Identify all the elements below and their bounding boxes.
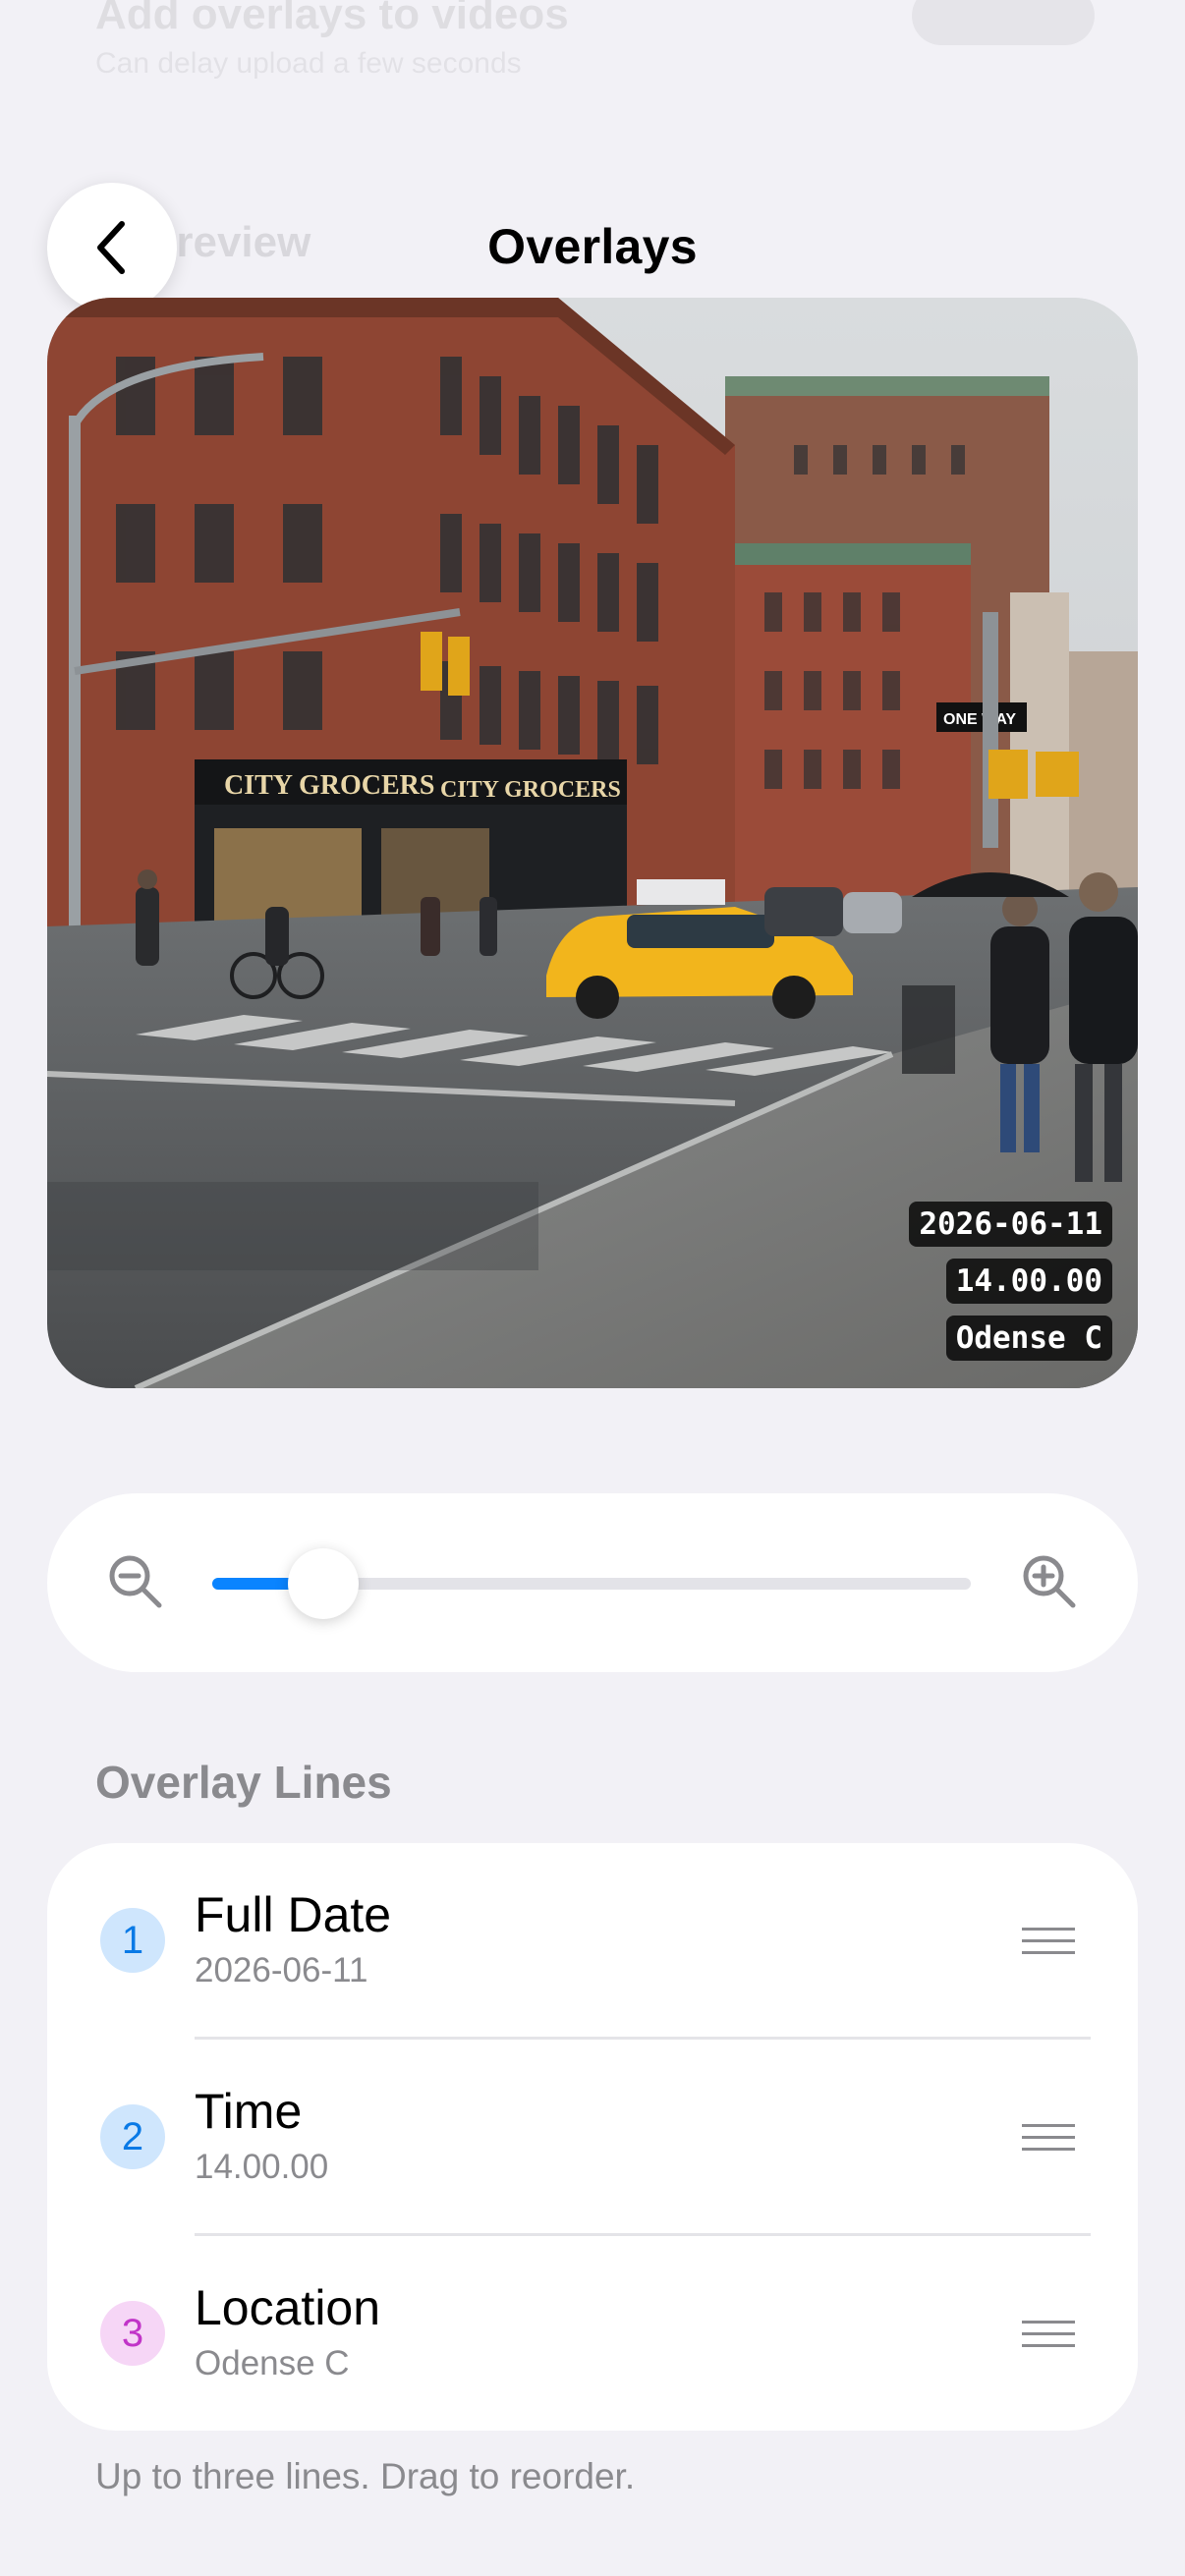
storefront-sign: CITY GROCERS [224, 770, 434, 801]
line-title: Time [195, 2084, 303, 2139]
street-sign: ONE WAY [943, 711, 1016, 728]
background-toggle [912, 0, 1095, 45]
background-setting-subtitle: Can delay upload a few seconds [95, 47, 522, 80]
time-stamp: 14.00.00 [945, 1259, 1112, 1304]
drag-handle-icon[interactable] [1022, 2321, 1075, 2348]
storefront-sign-2: CITY GROCERS [440, 777, 621, 803]
overlay-lines-label: Overlay Lines [95, 1757, 392, 1808]
line-number-badge: 2 [100, 2104, 165, 2169]
line-value: 2026-06-11 [195, 1951, 368, 1989]
overlay-line-full-date[interactable]: 1 Full Date 2026-06-11 [47, 1843, 1138, 2040]
zoom-slider-thumb[interactable] [288, 1548, 360, 1619]
line-number-badge: 1 [100, 1908, 165, 1973]
zoom-slider[interactable] [212, 1548, 971, 1619]
overlay-preview: CITY GROCERS CITY GROCERS ONE WAY 2026-0… [47, 298, 1138, 1388]
overlay-lines-list: 1 Full Date 2026-06-11 2 Time 14.00.00 3… [47, 1843, 1138, 2431]
line-number-badge: 3 [100, 2301, 165, 2366]
line-title: Location [195, 2280, 381, 2335]
overlay-line-location[interactable]: 3 Location Odense C [47, 2236, 1138, 2431]
line-value: 14.00.00 [195, 2148, 329, 2186]
overlay-line-time[interactable]: 2 Time 14.00.00 [47, 2040, 1138, 2236]
zoom-out-icon[interactable] [106, 1552, 167, 1613]
background-setting-title: Add overlays to videos [95, 0, 569, 38]
overlay-lines-footnote: Up to three lines. Drag to reorder. [95, 2456, 636, 2496]
drag-handle-icon[interactable] [1022, 1928, 1075, 1955]
page-title: Overlays [487, 219, 698, 274]
drag-handle-icon[interactable] [1022, 2124, 1075, 2152]
line-value: Odense C [195, 2344, 350, 2382]
zoom-in-icon[interactable] [1020, 1552, 1081, 1613]
date-stamp: 2026-06-11 [909, 1202, 1112, 1247]
location-stamp: Odense C [945, 1316, 1112, 1361]
overlay-stamps: 2026-06-11 14.00.00 Odense C [909, 1202, 1112, 1361]
line-title: Full Date [195, 1887, 392, 1942]
zoom-control [47, 1493, 1138, 1672]
